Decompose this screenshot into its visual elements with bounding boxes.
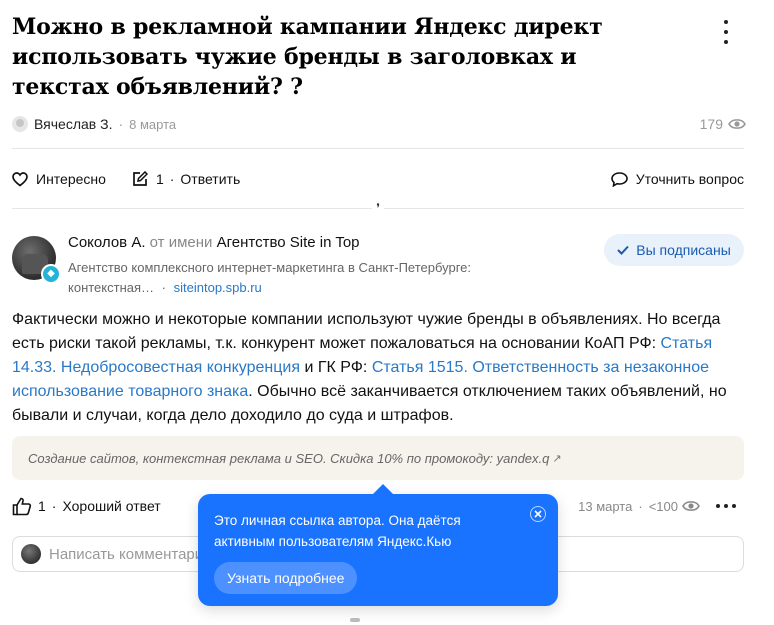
meta-separator: · <box>118 116 124 132</box>
scroll-hint <box>350 618 360 622</box>
answer-org[interactable]: Агентство Site in Top <box>217 234 360 251</box>
divider-top <box>12 148 744 149</box>
reply-button[interactable]: 1 · Ответить <box>132 171 240 187</box>
answers-count: 1 <box>155 171 164 187</box>
stats-separator: · <box>638 498 643 514</box>
likes-count: 1 <box>38 498 46 514</box>
good-answer-label: Хороший ответ <box>62 498 161 514</box>
org-site-link[interactable]: siteintop.spb.ru <box>174 280 262 295</box>
heart-icon <box>12 171 28 187</box>
question-views: 179 <box>700 114 746 134</box>
current-user-avatar <box>21 544 41 564</box>
close-icon[interactable] <box>530 506 546 522</box>
expert-badge-icon: ◆ <box>41 264 61 284</box>
edit-icon <box>133 171 148 186</box>
promo-text: Создание сайтов, контекстная реклама и S… <box>28 450 550 466</box>
tooltip-text: Это личная ссылка автора. Она даётся акт… <box>214 513 461 549</box>
reply-label: Ответить <box>180 171 241 187</box>
interesting-button[interactable]: Интересно <box>12 171 106 187</box>
on-behalf-label: от имени <box>149 234 213 251</box>
check-icon <box>617 245 629 255</box>
views-count: 179 <box>699 116 723 132</box>
answer-more-icon[interactable] <box>714 504 738 508</box>
author-promo-link[interactable]: Создание сайтов, контекстная реклама и S… <box>12 436 744 480</box>
subscribed-label: Вы подписаны <box>636 242 731 258</box>
answer-marker-icon: ❜ <box>372 202 384 214</box>
chat-icon <box>610 171 628 187</box>
answer-text-2: и ГК РФ: <box>300 359 372 376</box>
question-title: Можно в рекламной кампании Яндекс директ… <box>12 14 603 100</box>
author-avatar[interactable] <box>12 116 28 132</box>
answer-author[interactable]: Соколов А. <box>68 234 146 251</box>
clarify-question-button[interactable]: Уточнить вопрос <box>610 171 744 187</box>
referral-tooltip: Это личная ссылка автора. Она даётся акт… <box>198 484 558 606</box>
answer-body: Фактически можно и некоторые компании ис… <box>12 308 748 428</box>
interesting-label: Интересно <box>36 171 106 187</box>
org-desc-text: Агентство комплексного интернет-маркетин… <box>68 260 472 295</box>
answer-views: <100 <box>648 498 678 514</box>
more-options-icon[interactable] <box>716 20 736 44</box>
eye-icon <box>682 501 700 511</box>
desc-separator: · <box>161 280 166 295</box>
reply-separator: · <box>169 171 175 187</box>
eye-icon <box>728 119 746 129</box>
question-date: 8 марта <box>129 116 177 132</box>
subscribed-button[interactable]: Вы подписаны <box>604 234 744 266</box>
good-answer-button[interactable]: 1 · Хороший ответ <box>12 497 161 516</box>
likes-separator: · <box>51 498 57 514</box>
thumb-up-icon <box>12 497 32 515</box>
learn-more-button[interactable]: Узнать подробнее <box>214 562 358 594</box>
org-description: Агентство комплексного интернет-маркетин… <box>68 258 548 298</box>
answer-author-line: Соколов А. от имени Агентство Site in To… <box>68 234 360 252</box>
answer-text-1: Фактически можно и некоторые компании ис… <box>12 311 721 352</box>
question-meta: Вячеслав З. · 8 марта <box>12 114 176 134</box>
answer-stats: 13 марта · <100 <box>578 494 738 518</box>
external-arrow-icon: ↗ <box>552 452 562 465</box>
question-actions: Интересно 1 · Ответить Уточнить вопрос <box>12 168 744 190</box>
clarify-label: Уточнить вопрос <box>635 171 744 187</box>
question-author[interactable]: Вячеслав З. <box>34 116 112 132</box>
answer-date: 13 марта <box>578 498 633 514</box>
